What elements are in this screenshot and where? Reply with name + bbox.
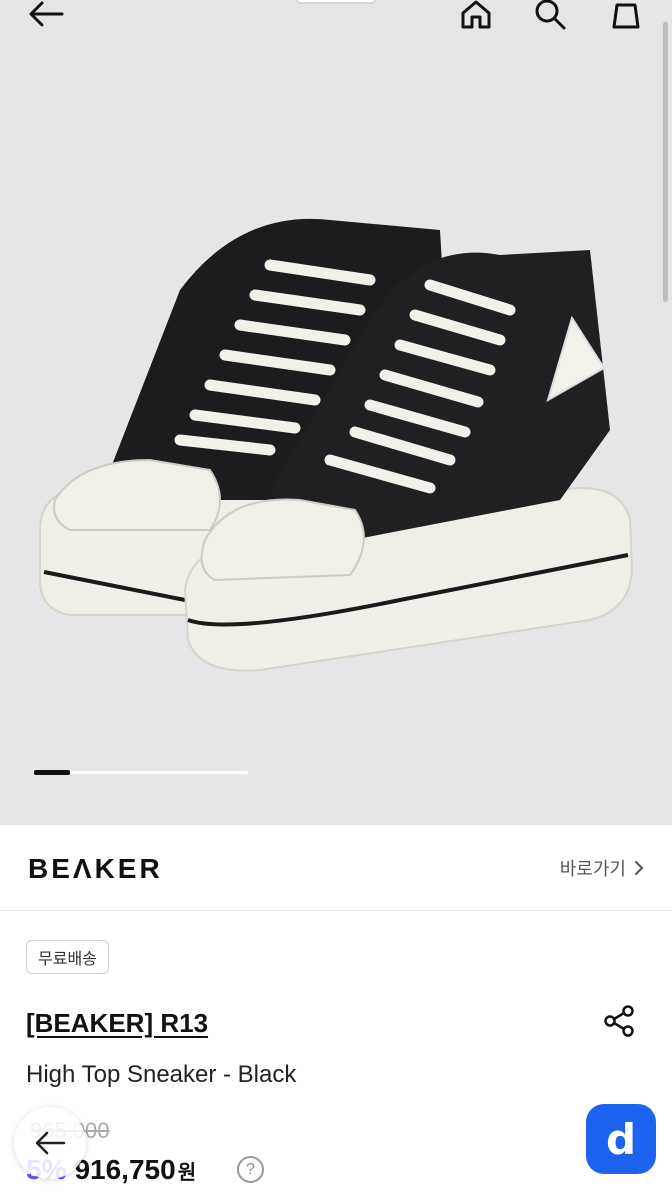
shopping-bag-icon <box>612 3 640 29</box>
home-button[interactable] <box>454 0 498 36</box>
question-circle-icon[interactable]: ? <box>237 1156 264 1183</box>
product-brand-title[interactable]: [BEAKER] R13 <box>26 1008 208 1039</box>
app-shortcut-badge[interactable]: d <box>586 1104 656 1174</box>
brand-logo[interactable]: BEΛKER <box>28 853 163 885</box>
top-navigation-bar <box>0 0 672 40</box>
back-button[interactable] <box>24 0 68 36</box>
cart-button[interactable] <box>604 0 648 36</box>
product-image <box>0 170 672 710</box>
brand-row: BEΛKER 바로가기 <box>0 825 672 911</box>
free-shipping-badge: 무료배송 <box>26 940 109 974</box>
product-gallery[interactable] <box>0 0 672 825</box>
gallery-progress-thumb <box>34 770 70 775</box>
home-icon <box>461 0 491 29</box>
brand-shortcut-link[interactable]: 바로가기 <box>560 855 644 881</box>
page-scrollbar[interactable] <box>663 22 668 302</box>
share-button[interactable] <box>598 1000 640 1042</box>
share-icon <box>604 1005 634 1037</box>
floating-back-button[interactable] <box>14 1107 86 1179</box>
status-notch <box>296 0 376 4</box>
product-name: High Top Sneaker - Black <box>26 1061 297 1088</box>
arrow-left-icon <box>35 1131 66 1155</box>
brand-shortcut-label: 바로가기 <box>559 859 626 879</box>
search-button[interactable] <box>528 0 572 36</box>
sale-price: 916,750 <box>74 1154 176 1185</box>
product-info: 무료배송 [BEAKER] R13 High Top Sneaker - Bla… <box>0 912 672 1200</box>
search-icon <box>535 0 566 30</box>
currency-label: 원 <box>177 1162 197 1184</box>
chevron-right-icon <box>635 861 644 875</box>
arrow-left-icon <box>29 1 64 27</box>
